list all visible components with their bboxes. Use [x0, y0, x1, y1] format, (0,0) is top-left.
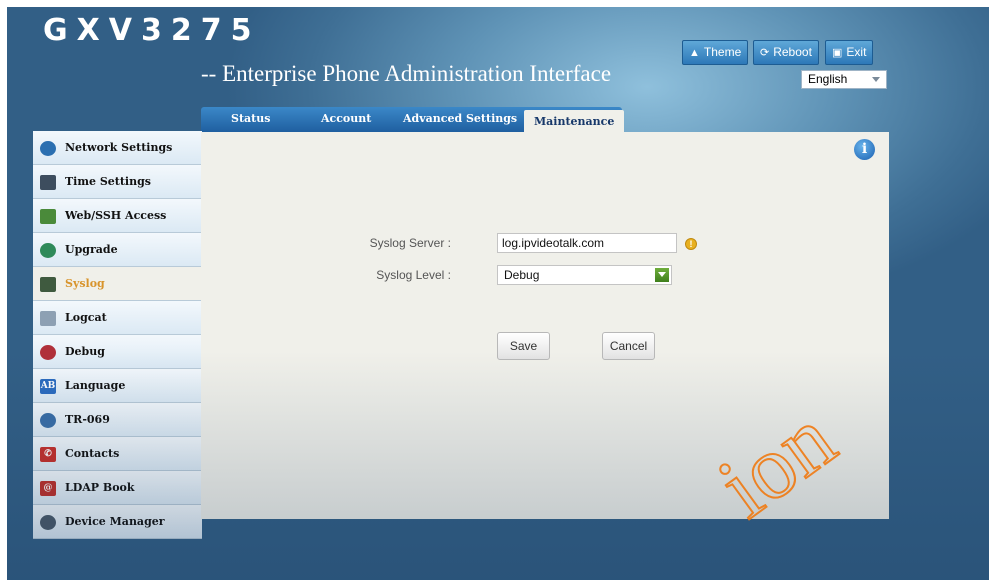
refresh-icon: ⟳ [760, 47, 770, 59]
exit-icon: ▣ [832, 47, 843, 59]
sidebar-item-contacts[interactable]: ✆ Contacts [33, 437, 202, 471]
sidebar-item-label: Device Manager [65, 515, 165, 528]
globe-icon [40, 413, 56, 428]
theme-button-label: Theme [703, 45, 742, 59]
network-icon [40, 141, 56, 156]
sidebar: Network Settings Time Settings Web/SSH A… [33, 131, 208, 539]
sidebar-item-label: LDAP Book [65, 481, 135, 494]
main-tab-bar: Status Account Advanced Settings Mainten… [201, 107, 625, 132]
sidebar-item-label: Upgrade [65, 243, 118, 256]
bug-icon [40, 345, 56, 360]
brand-logo: GXV3275 [43, 13, 261, 48]
syslog-server-input[interactable]: log.ipvideotalk.com [497, 233, 677, 253]
sidebar-item-syslog[interactable]: Syslog [33, 267, 208, 301]
syslog-level-select[interactable]: Debug [497, 265, 672, 285]
phone-icon: ✆ [40, 447, 56, 462]
sidebar-item-tr-069[interactable]: TR-069 [33, 403, 202, 437]
remote-access-icon [40, 209, 56, 224]
sidebar-item-label: Contacts [65, 447, 120, 460]
reboot-button-label: Reboot [773, 45, 812, 59]
language-icon: AB [40, 379, 56, 394]
page-subtitle: -- Enterprise Phone Administration Inter… [201, 61, 612, 86]
shirt-icon: ▲ [689, 47, 700, 59]
sidebar-item-logcat[interactable]: Logcat [33, 301, 202, 335]
sidebar-item-label: Language [65, 379, 126, 392]
language-select-value: English [808, 72, 848, 86]
cancel-button[interactable]: Cancel [602, 332, 655, 360]
syslog-level-label: Syslog Level : [376, 268, 451, 282]
syslog-level-value: Debug [504, 268, 540, 282]
tab-status[interactable]: Status [231, 112, 270, 125]
sidebar-item-web-ssh-access[interactable]: Web/SSH Access [33, 199, 202, 233]
sidebar-item-upgrade[interactable]: Upgrade [33, 233, 202, 267]
clock-icon [40, 175, 56, 190]
reboot-button[interactable]: ⟳ Reboot [753, 40, 819, 65]
magnifier-icon [40, 311, 56, 326]
sidebar-item-language[interactable]: AB Language [33, 369, 202, 403]
syslog-panel: i Syslog Server : log.ipvideotalk.com ! … [201, 132, 889, 519]
sidebar-item-label: Network Settings [65, 141, 173, 154]
app-window: GXV3275 -- Enterprise Phone Administrati… [7, 7, 989, 580]
chevron-down-icon [872, 77, 880, 82]
sidebar-item-label: TR-069 [65, 413, 110, 426]
sidebar-item-device-manager[interactable]: Device Manager [33, 505, 202, 539]
sidebar-item-ldap-book[interactable]: @ LDAP Book [33, 471, 202, 505]
syslog-server-label: Syslog Server : [369, 236, 451, 250]
sidebar-item-label: Logcat [65, 311, 107, 324]
sidebar-item-time-settings[interactable]: Time Settings [33, 165, 202, 199]
tab-account[interactable]: Account [321, 112, 371, 125]
warning-icon[interactable]: ! [685, 238, 697, 250]
chevron-down-icon [655, 268, 669, 282]
sidebar-item-label: Time Settings [65, 175, 151, 188]
tab-advanced-settings[interactable]: Advanced Settings [403, 112, 517, 125]
exit-button-label: Exit [846, 45, 867, 59]
save-button[interactable]: Save [497, 332, 550, 360]
language-select[interactable]: English [801, 70, 887, 89]
sidebar-item-debug[interactable]: Debug [33, 335, 202, 369]
gears-icon [40, 515, 56, 530]
exit-button[interactable]: ▣ Exit [825, 40, 874, 65]
info-icon[interactable]: i [854, 139, 875, 160]
tab-maintenance[interactable]: Maintenance [524, 110, 625, 132]
sidebar-item-network-settings[interactable]: Network Settings [33, 131, 202, 165]
upgrade-icon [40, 243, 56, 258]
monitor-icon [40, 277, 56, 292]
sidebar-item-label: Syslog [65, 277, 105, 290]
sidebar-item-label: Web/SSH Access [65, 209, 167, 222]
address-book-icon: @ [40, 481, 56, 496]
theme-button[interactable]: ▲ Theme [682, 40, 749, 65]
sidebar-item-label: Debug [65, 345, 105, 358]
